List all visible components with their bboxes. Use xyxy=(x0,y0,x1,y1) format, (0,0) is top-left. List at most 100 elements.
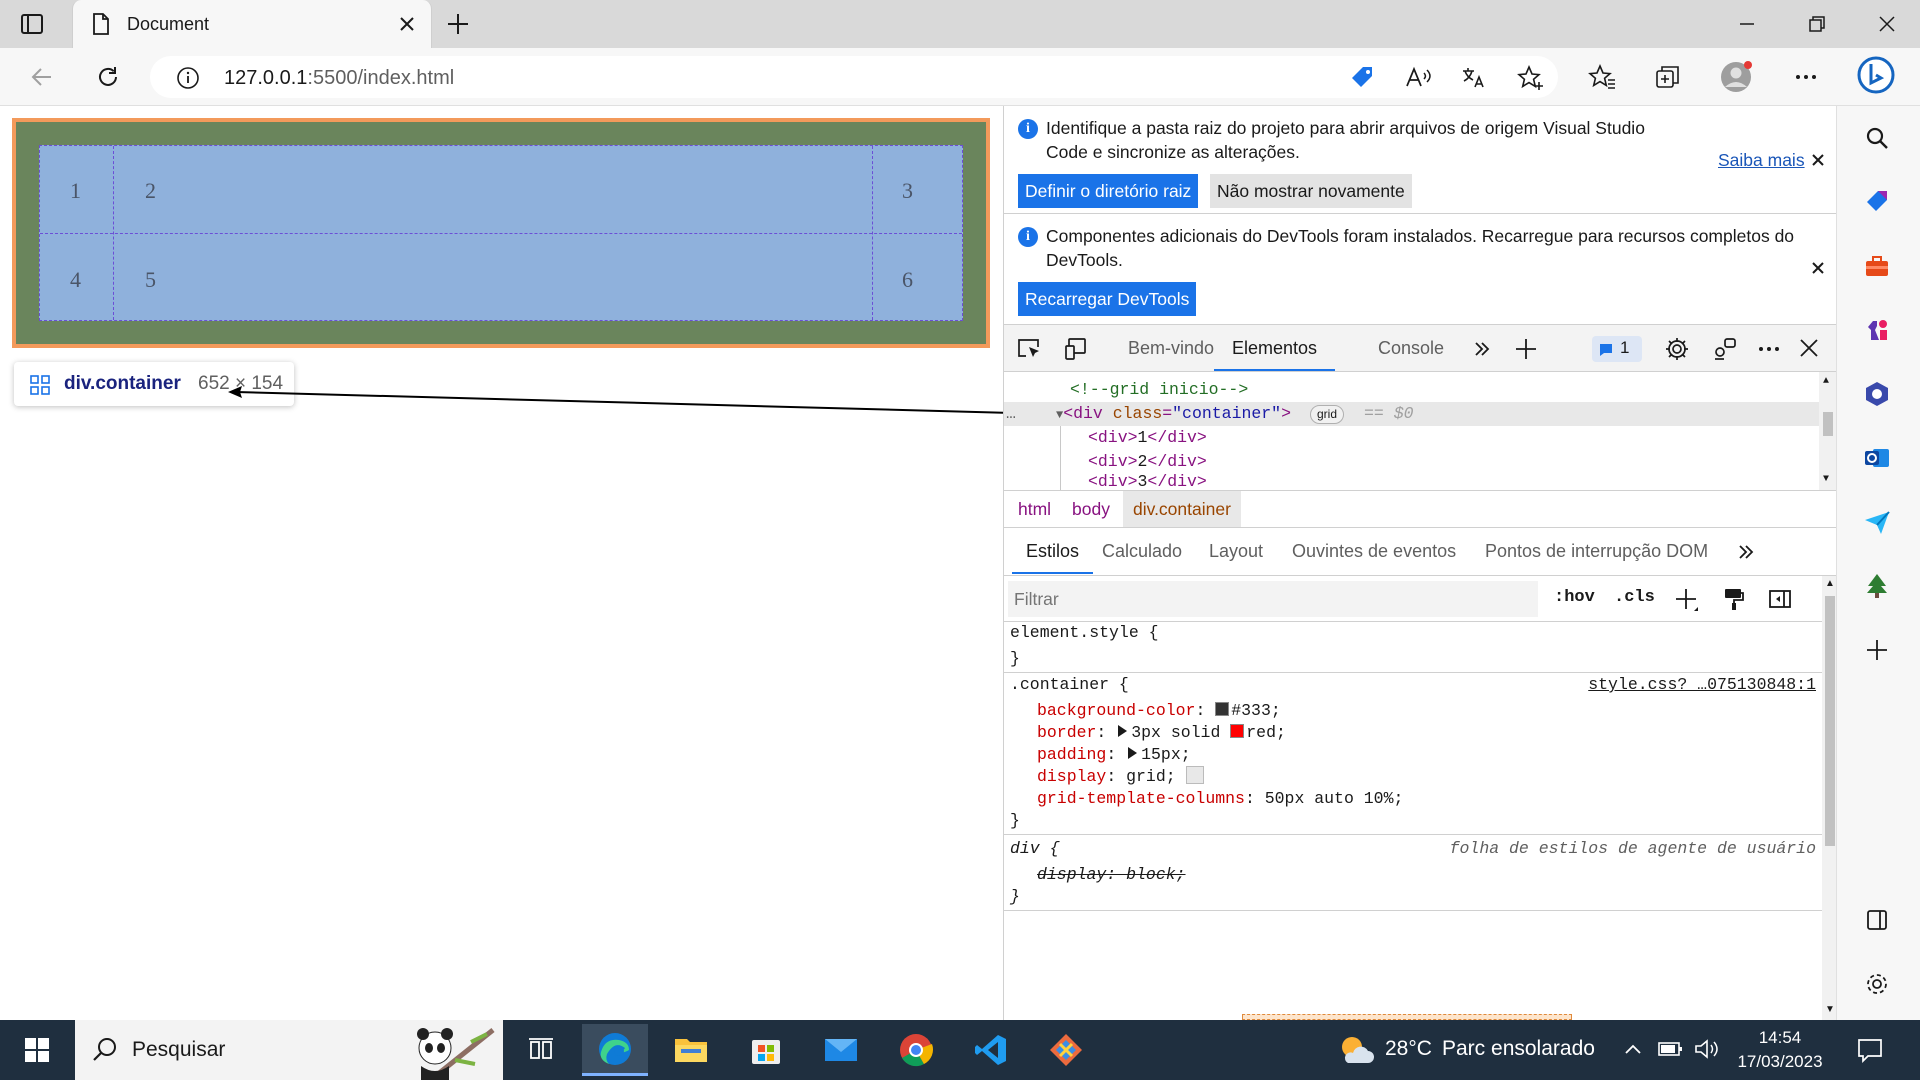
color-swatch[interactable] xyxy=(1230,724,1245,738)
tree-child[interactable]: <div>1</div> xyxy=(1088,426,1207,450)
stylesheet-link[interactable]: style.css?_…075130848:1 xyxy=(1580,674,1816,696)
breadcrumb-body[interactable]: body xyxy=(1062,491,1120,527)
shopping-icon[interactable] xyxy=(1857,182,1897,222)
more-tabs-icon[interactable] xyxy=(1472,339,1492,359)
tab-welcome[interactable]: Bem-vindo xyxy=(1128,325,1214,371)
taskbar-search[interactable]: Pesquisar xyxy=(75,1020,503,1080)
scroll-down-icon[interactable]: ▼ xyxy=(1823,474,1829,485)
div-selector[interactable]: div { xyxy=(1010,838,1060,860)
chevron-up-icon[interactable] xyxy=(1622,1038,1644,1060)
scrollbar-thumb[interactable] xyxy=(1823,412,1833,436)
vscode-icon[interactable] xyxy=(958,1024,1024,1076)
notifications-icon[interactable] xyxy=(1856,1036,1884,1064)
css-property[interactable]: background-color: #333; xyxy=(1037,700,1281,722)
windows-start-icon[interactable] xyxy=(4,1024,70,1076)
overridden-property[interactable]: display: block; xyxy=(1037,864,1186,886)
tree-scrollbar[interactable]: ▲ ▼ xyxy=(1819,372,1837,490)
customize-icon[interactable] xyxy=(1712,336,1738,362)
learn-more-link[interactable]: Saiba mais xyxy=(1718,150,1805,171)
volume-icon[interactable] xyxy=(1694,1038,1720,1060)
tab-elements[interactable]: Elementos xyxy=(1214,325,1336,371)
mail-icon[interactable] xyxy=(808,1024,874,1076)
read-aloud-icon[interactable] xyxy=(1404,64,1432,92)
css-property[interactable]: border: 3px solid red; xyxy=(1037,722,1286,744)
collections-icon[interactable] xyxy=(1646,55,1690,99)
bing-chat-icon[interactable] xyxy=(1854,53,1898,97)
sidebar-toggle-icon[interactable] xyxy=(1857,900,1897,940)
restore-icon[interactable] xyxy=(1782,0,1852,48)
hover-state-toggle[interactable]: :hov xyxy=(1554,588,1595,607)
breadcrumb-div-container[interactable]: div.container xyxy=(1123,491,1241,527)
container-selector[interactable]: .container { xyxy=(1010,674,1129,696)
color-swatch[interactable] xyxy=(1215,702,1230,716)
drop-send-icon[interactable] xyxy=(1857,502,1897,542)
set-root-folder-button[interactable]: Definir o diretório raiz xyxy=(1018,174,1199,208)
more-options-icon[interactable] xyxy=(1784,55,1828,99)
search-icon[interactable] xyxy=(1857,118,1897,158)
device-emulation-icon[interactable] xyxy=(1064,336,1090,362)
microsoft-store-icon[interactable] xyxy=(733,1024,799,1076)
browser-tab[interactable]: Document xyxy=(72,0,432,48)
close-window-icon[interactable] xyxy=(1852,0,1920,48)
expand-icon[interactable] xyxy=(1128,747,1138,759)
settings-icon[interactable] xyxy=(1857,964,1897,1004)
class-toggle[interactable]: .cls xyxy=(1614,588,1655,607)
refresh-icon[interactable] xyxy=(86,55,130,99)
chrome-icon[interactable] xyxy=(883,1024,949,1076)
system-clock[interactable]: 14:54 17/03/2023 xyxy=(1726,1026,1834,1074)
styles-scrollbar[interactable]: ▲ ▼ xyxy=(1822,576,1837,1020)
tools-icon[interactable] xyxy=(1857,246,1897,286)
scroll-up-icon[interactable]: ▲ xyxy=(1823,376,1829,387)
css-property[interactable]: padding: 15px; xyxy=(1037,744,1191,766)
more-options-icon[interactable] xyxy=(1756,336,1782,362)
tab-dom-breakpoints[interactable]: Pontos de interrupção DOM xyxy=(1485,528,1708,574)
issues-badge[interactable]: 1 xyxy=(1592,336,1642,362)
battery-network-icon[interactable] xyxy=(1658,1038,1684,1060)
tab-console[interactable]: Console xyxy=(1378,325,1444,371)
tab-actions-icon[interactable] xyxy=(18,10,46,38)
paint-roller-icon[interactable] xyxy=(1722,587,1746,611)
add-favorite-icon[interactable] xyxy=(1516,64,1546,92)
tree-icon[interactable] xyxy=(1857,566,1897,606)
close-tab-icon[interactable] xyxy=(397,14,417,34)
minimize-icon[interactable] xyxy=(1712,0,1782,48)
weather-description[interactable]: Parc ensolarado xyxy=(1442,1037,1595,1061)
toggle-sidebar-icon[interactable] xyxy=(1768,587,1792,611)
site-info-icon[interactable] xyxy=(176,66,200,90)
outlook-icon[interactable] xyxy=(1857,438,1897,478)
task-view-icon[interactable] xyxy=(508,1024,574,1076)
add-tab-icon[interactable] xyxy=(1514,337,1538,361)
edge-taskbar-icon[interactable] xyxy=(582,1024,648,1076)
scroll-up-icon[interactable]: ▲ xyxy=(1825,578,1835,589)
back-icon[interactable] xyxy=(20,55,64,99)
tab-event-listeners[interactable]: Ouvintes de eventos xyxy=(1292,528,1456,574)
expand-icon[interactable] xyxy=(1118,725,1128,737)
dont-show-again-button[interactable]: Não mostrar novamente xyxy=(1210,174,1412,208)
element-style-selector[interactable]: element.style { xyxy=(1010,622,1159,644)
close-devtools-icon[interactable] xyxy=(1798,337,1820,359)
new-tab-icon[interactable] xyxy=(444,10,472,38)
tab-computed[interactable]: Calculado xyxy=(1102,528,1182,574)
grid-editor-icon[interactable] xyxy=(1185,766,1204,784)
games-icon[interactable] xyxy=(1857,310,1897,350)
tab-layout[interactable]: Layout xyxy=(1209,528,1263,574)
inspect-element-icon[interactable] xyxy=(1016,336,1042,362)
tree-comment[interactable]: <!--grid inicio--> xyxy=(1070,378,1248,402)
new-style-rule-icon[interactable] xyxy=(1674,587,1700,613)
close-icon[interactable] xyxy=(1810,152,1826,168)
translate-icon[interactable] xyxy=(1460,64,1488,92)
profile-avatar-icon[interactable] xyxy=(1714,55,1758,99)
favorites-icon[interactable] xyxy=(1580,55,1624,99)
close-icon[interactable] xyxy=(1810,260,1826,276)
microsoft-365-icon[interactable] xyxy=(1857,374,1897,414)
tab-styles[interactable]: Estilos xyxy=(1012,528,1094,574)
breadcrumb-html[interactable]: html xyxy=(1008,491,1061,527)
git-tool-icon[interactable] xyxy=(1033,1024,1099,1076)
add-icon[interactable] xyxy=(1857,630,1897,670)
scrollbar-thumb[interactable] xyxy=(1825,596,1835,846)
more-tabs-icon[interactable] xyxy=(1736,542,1756,562)
scroll-down-icon[interactable]: ▼ xyxy=(1825,1004,1835,1015)
shopping-tag-icon[interactable] xyxy=(1348,64,1376,92)
grid-badge[interactable]: grid xyxy=(1310,405,1345,424)
weather-temperature[interactable]: 28°C xyxy=(1385,1037,1432,1061)
